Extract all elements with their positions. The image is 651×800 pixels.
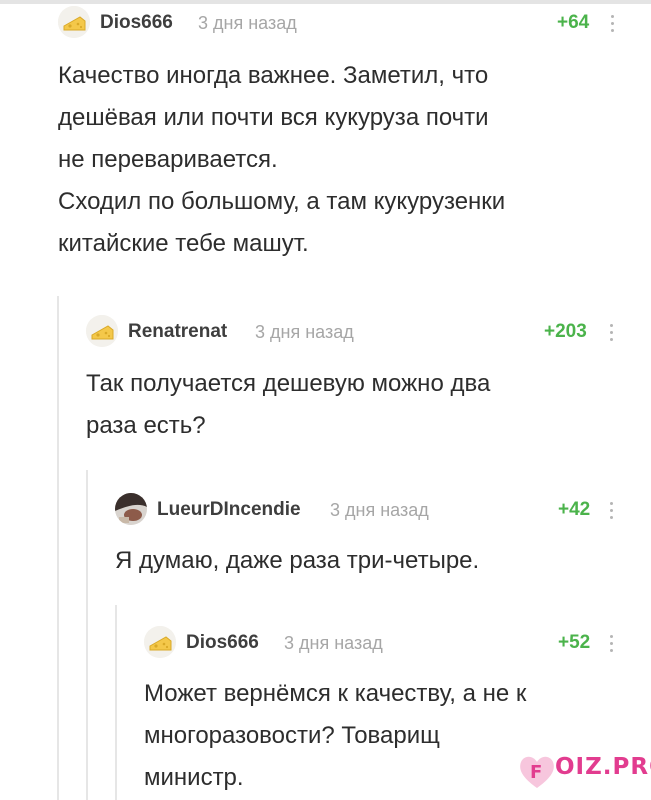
comment-time: 3 дня назад xyxy=(284,633,383,653)
avatar[interactable] xyxy=(86,315,118,347)
cheese-avatar-icon xyxy=(144,626,176,658)
comment-1: Dios666 3 дня назад +64 Качество иногда … xyxy=(58,6,618,265)
watermark-text: OIZ.PRO xyxy=(555,754,651,780)
thread-line-level-1 xyxy=(57,296,59,800)
comment-header: Dios666 3 дня назад +52 xyxy=(144,626,614,660)
comment-rating: +52 xyxy=(558,632,591,653)
comment-line: китайские тебе машут. xyxy=(58,230,309,257)
more-options-icon[interactable] xyxy=(610,635,614,653)
comment-line: Так получается дешевую можно два xyxy=(86,370,491,397)
author-name[interactable]: Dios666 xyxy=(100,12,173,34)
cheese-avatar-icon xyxy=(58,6,90,38)
comment-text: Я думаю, даже раза три-четыре. xyxy=(115,540,625,582)
avatar[interactable] xyxy=(144,626,176,658)
avatar[interactable] xyxy=(115,493,147,525)
author-name[interactable]: Renatrenat xyxy=(128,321,227,343)
more-options-icon[interactable] xyxy=(611,15,615,33)
comment-time: 3 дня назад xyxy=(198,13,297,33)
top-divider xyxy=(0,0,651,4)
avatar[interactable] xyxy=(58,6,90,38)
comment-rating: +42 xyxy=(558,499,591,520)
comment-line: раза есть? xyxy=(86,412,206,439)
heart-f-logo-icon: F xyxy=(520,756,554,788)
comment-2: Renatrenat 3 дня назад +203 Так получает… xyxy=(86,315,616,447)
comment-line: не переваривается. xyxy=(58,146,278,173)
comment-text: Так получается дешевую можно два раза ес… xyxy=(86,363,626,447)
dark-photo-avatar-icon xyxy=(115,493,147,525)
comment-rating: +203 xyxy=(544,321,587,342)
comment-time: 3 дня назад xyxy=(330,500,429,520)
comment-3: LueurDIncendie 3 дня назад +42 Я думаю, … xyxy=(115,493,615,582)
comment-rating: +64 xyxy=(557,12,590,33)
more-options-icon[interactable] xyxy=(610,502,614,520)
comment-time: 3 дня назад xyxy=(255,322,354,342)
author-name[interactable]: LueurDIncendie xyxy=(157,499,301,521)
thread-line-level-2 xyxy=(86,470,88,800)
comment-line: дешёвая или почти вся кукуруза почти xyxy=(58,104,489,131)
comment-header: Dios666 3 дня назад +64 xyxy=(58,6,618,40)
comment-line: Качество иногда важнее. Заметил, что xyxy=(58,62,489,89)
watermark: F OIZ.PRO xyxy=(517,744,651,796)
thread-line-level-3 xyxy=(115,605,117,800)
more-options-icon[interactable] xyxy=(610,324,614,342)
comment-header: Renatrenat 3 дня назад +203 xyxy=(86,315,616,349)
comment-line: Я думаю, даже раза три-четыре. xyxy=(115,547,480,574)
comment-header: LueurDIncendie 3 дня назад +42 xyxy=(115,493,615,527)
comment-text: Качество иногда важнее. Заметил, что деш… xyxy=(58,55,628,265)
comment-line: Сходил по большому, а там кукурузенки xyxy=(58,188,506,215)
cheese-avatar-icon xyxy=(86,315,118,347)
author-name[interactable]: Dios666 xyxy=(186,632,259,654)
svg-text:F: F xyxy=(530,762,542,783)
comment-line: Может вернёмся к качеству, а не к xyxy=(144,680,527,707)
